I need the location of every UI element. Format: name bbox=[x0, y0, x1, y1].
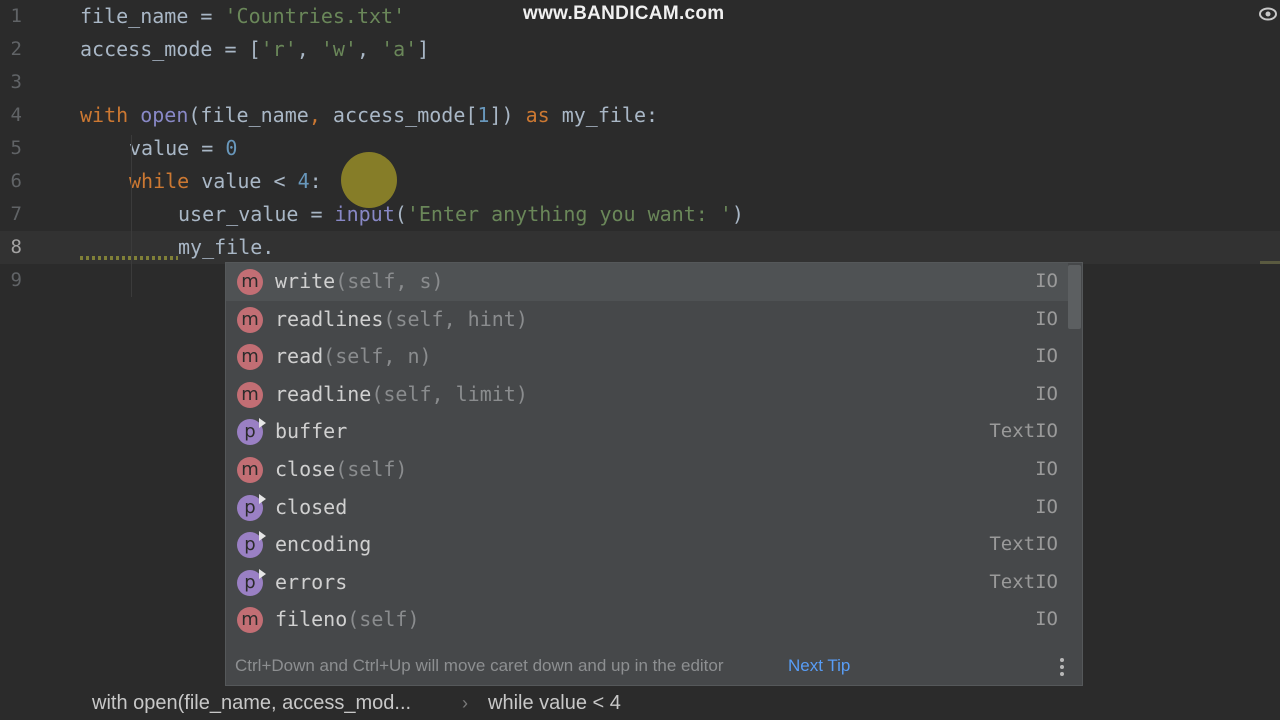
completion-item-label: errors bbox=[275, 569, 348, 594]
completion-item-label: readlines(self, hint) bbox=[275, 306, 528, 331]
line-number: 5 bbox=[10, 137, 22, 159]
code-text: my_file. bbox=[178, 235, 275, 259]
completion-item[interactable]: p encoding TextIO bbox=[226, 526, 1068, 564]
code-line-4[interactable]: 4 with open(file_name, access_mode[1]) a… bbox=[0, 99, 1280, 132]
line-number: 2 bbox=[10, 38, 22, 60]
mouse-cursor-highlight bbox=[341, 152, 397, 208]
completion-item[interactable]: p buffer TextIO bbox=[226, 413, 1068, 451]
popup-scrollbar[interactable] bbox=[1068, 265, 1081, 329]
completion-item[interactable]: m read(self, n) IO bbox=[226, 338, 1068, 376]
property-icon: p bbox=[237, 493, 266, 521]
breadcrumb: with open(file_name, access_mod... › whi… bbox=[0, 686, 1280, 720]
warning-squiggle bbox=[80, 256, 178, 260]
completion-item[interactable]: p errors TextIO bbox=[226, 564, 1068, 602]
completion-item-type: IO bbox=[1035, 382, 1058, 405]
property-icon: p bbox=[237, 568, 266, 596]
completion-item-type: TextIO bbox=[989, 420, 1058, 443]
completion-item[interactable]: p closed IO bbox=[226, 489, 1068, 527]
code-text: user_value = input('Enter anything you w… bbox=[178, 202, 744, 226]
completion-item-label: close(self) bbox=[275, 457, 408, 481]
breadcrumb-item-while[interactable]: while value < 4 bbox=[488, 686, 621, 720]
more-options-icon[interactable] bbox=[1060, 658, 1064, 676]
line-number: 9 bbox=[10, 269, 22, 291]
completion-item-label: buffer bbox=[275, 419, 348, 444]
completion-item-type: TextIO bbox=[989, 533, 1058, 556]
code-line-2[interactable]: 2 access_mode = ['r', 'w', 'a'] bbox=[0, 33, 1280, 66]
popup-hint: Ctrl+Down and Ctrl+Up will move caret do… bbox=[235, 656, 724, 675]
next-tip-link[interactable]: Next Tip bbox=[788, 647, 850, 685]
code-line-5[interactable]: 5 value = 0 bbox=[0, 132, 1280, 165]
method-icon: m bbox=[237, 607, 263, 634]
completion-item[interactable]: m close(self) IO bbox=[226, 451, 1068, 489]
method-icon: m bbox=[237, 306, 263, 333]
method-icon: m bbox=[237, 457, 263, 483]
completion-item-label: encoding bbox=[275, 532, 372, 557]
line-number: 7 bbox=[10, 203, 22, 225]
indent-guide bbox=[131, 135, 132, 297]
completion-item-label: read(self, n) bbox=[275, 344, 432, 369]
line-number: 4 bbox=[10, 104, 22, 126]
breadcrumb-item-with-open[interactable]: with open(file_name, access_mod... bbox=[92, 686, 411, 720]
scrollbar-marker bbox=[1260, 261, 1280, 264]
line-number: 1 bbox=[10, 5, 22, 27]
completion-item-label: readline(self, limit) bbox=[275, 381, 528, 406]
method-icon: m bbox=[237, 344, 263, 371]
completion-item[interactable]: m fileno(self) IO bbox=[226, 601, 1068, 639]
method-icon: m bbox=[237, 269, 263, 295]
property-icon: p bbox=[237, 418, 266, 446]
code-text: with open(file_name, access_mode[1]) as … bbox=[80, 103, 659, 127]
completion-item-type: IO bbox=[1035, 495, 1058, 518]
code-line-1[interactable]: 1 file_name = 'Countries.txt' bbox=[0, 0, 1280, 33]
code-line-7[interactable]: 7 user_value = input('Enter anything you… bbox=[0, 198, 1280, 231]
line-number: 6 bbox=[10, 170, 22, 192]
line-number: 8 bbox=[10, 236, 22, 258]
code-line-6[interactable]: 6 while value < 4: bbox=[0, 165, 1280, 198]
completion-item-type: IO bbox=[1035, 307, 1058, 330]
popup-footer: Ctrl+Down and Ctrl+Up will move caret do… bbox=[226, 647, 1082, 685]
breadcrumb-separator: › bbox=[462, 693, 468, 713]
completion-item[interactable]: m readline(self, limit) IO bbox=[226, 376, 1068, 414]
completion-item-type: IO bbox=[1035, 345, 1058, 368]
code-text: while value < 4: bbox=[129, 169, 322, 193]
code-text: access_mode = ['r', 'w', 'a'] bbox=[80, 37, 430, 61]
completion-item-type: IO bbox=[1035, 608, 1058, 631]
completion-item[interactable]: m readlines(self, hint) IO bbox=[226, 301, 1068, 339]
completion-item[interactable]: m write(self, s) IO bbox=[226, 263, 1068, 301]
code-text: file_name = 'Countries.txt' bbox=[80, 4, 406, 28]
completion-item-type: TextIO bbox=[989, 570, 1058, 593]
line-number: 3 bbox=[10, 71, 22, 93]
code-line-3[interactable]: 3 bbox=[0, 66, 1280, 99]
completion-item-type: IO bbox=[1035, 458, 1058, 480]
method-icon: m bbox=[237, 381, 263, 408]
completion-item-label: closed bbox=[275, 494, 348, 519]
completion-item-label: fileno(self) bbox=[275, 607, 420, 632]
completion-item-type: IO bbox=[1035, 270, 1058, 292]
code-line-8-current[interactable]: 8 my_file. bbox=[0, 231, 1280, 264]
code-text: value = 0 bbox=[129, 136, 238, 160]
completion-popup[interactable]: m write(self, s) IO m readlines(self, hint) I… bbox=[225, 262, 1083, 686]
property-icon: p bbox=[237, 531, 266, 559]
completion-item-label: write(self, s) bbox=[275, 269, 444, 293]
